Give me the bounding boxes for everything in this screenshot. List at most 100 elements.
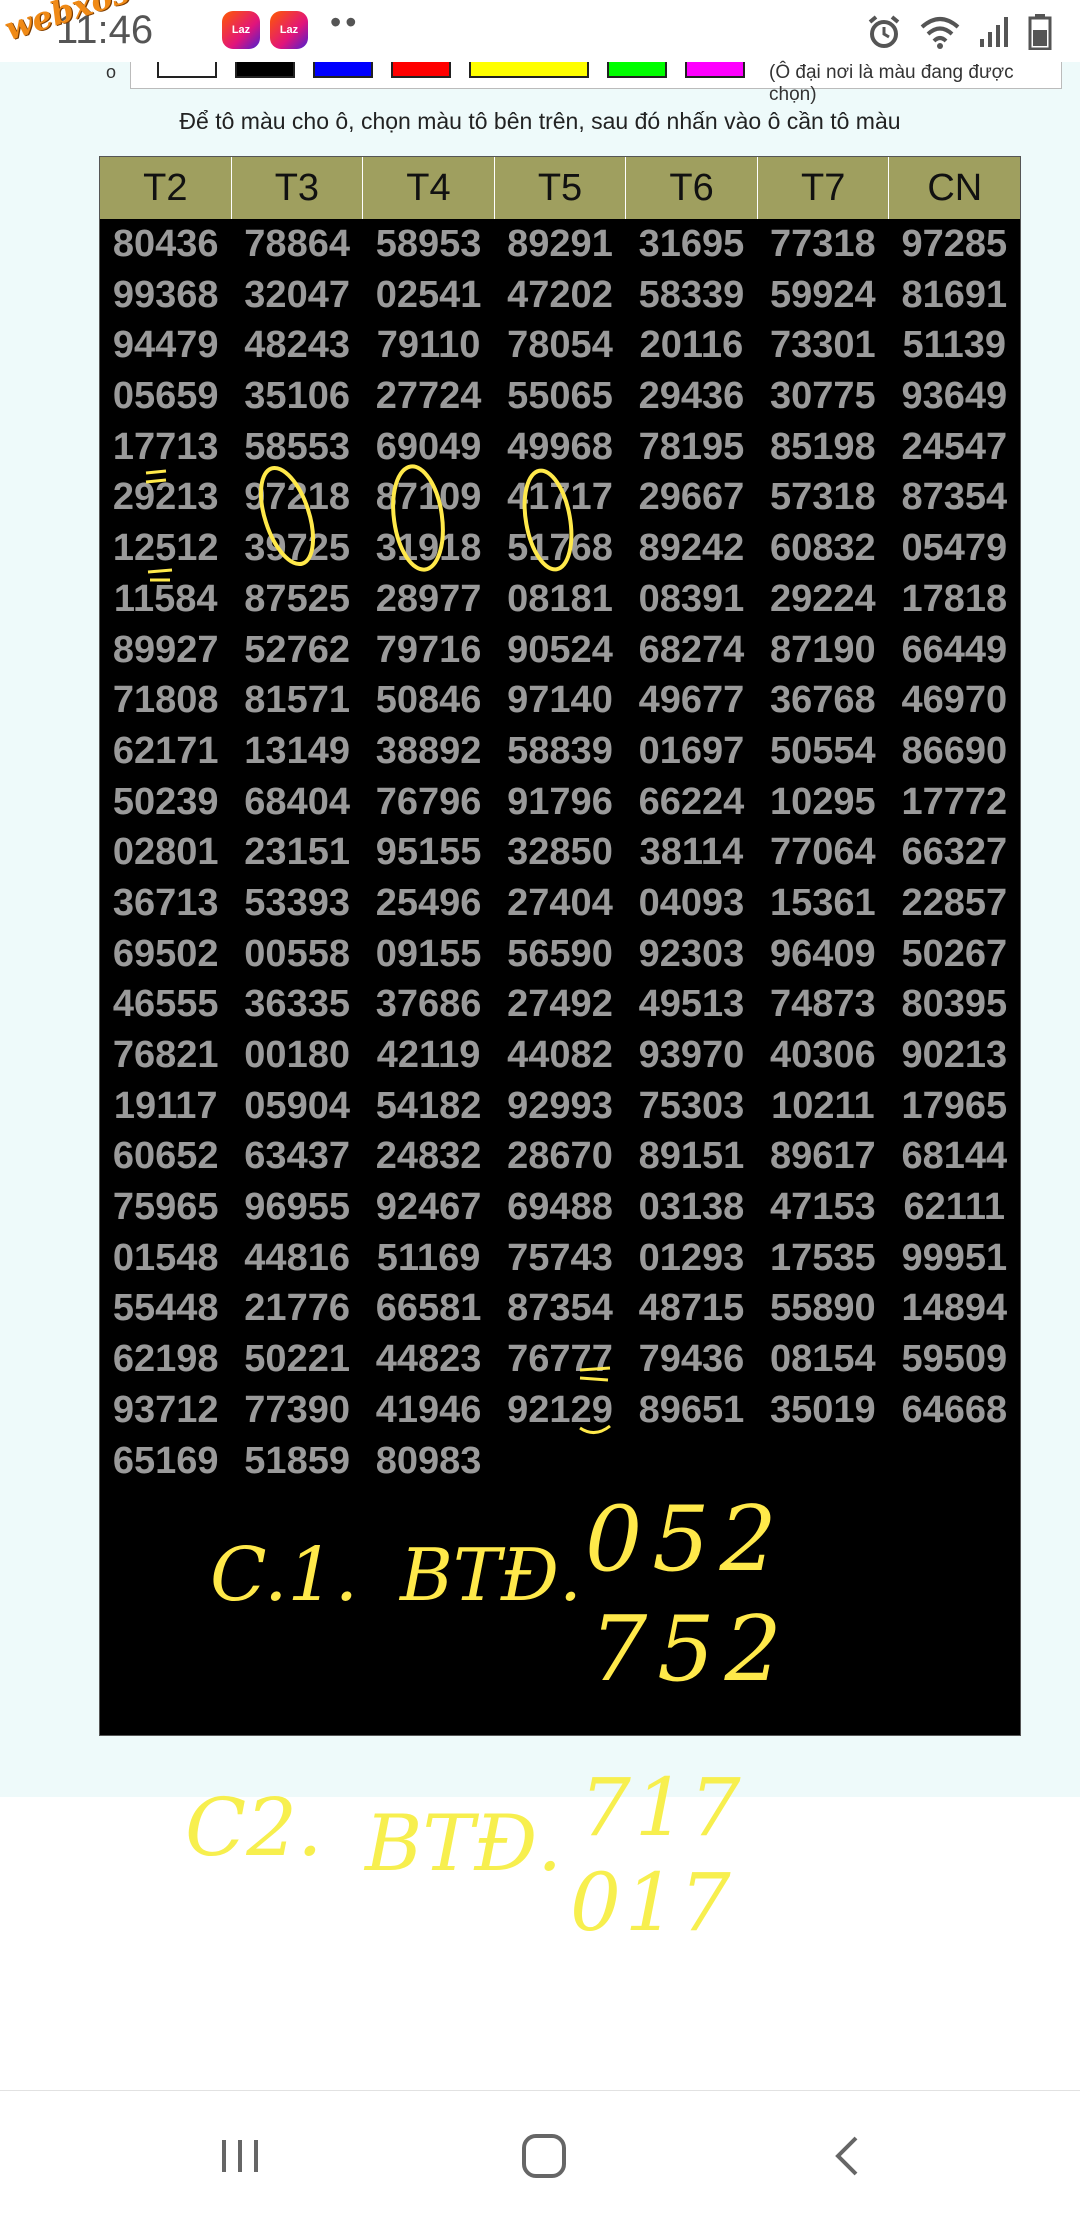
color-swatch-green[interactable] xyxy=(607,62,667,78)
table-cell[interactable]: 29667 xyxy=(626,472,757,523)
table-cell[interactable]: 80436 xyxy=(100,219,231,270)
table-cell[interactable]: 60652 xyxy=(100,1131,231,1182)
table-cell[interactable]: 44082 xyxy=(494,1030,625,1081)
table-cell[interactable]: 75743 xyxy=(494,1233,625,1284)
color-swatch-black[interactable] xyxy=(235,62,295,78)
table-cell[interactable]: 93649 xyxy=(889,371,1020,422)
table-cell[interactable]: 50267 xyxy=(889,929,1020,980)
table-cell[interactable]: 09155 xyxy=(363,929,494,980)
table-cell[interactable]: 22857 xyxy=(889,878,1020,929)
table-cell[interactable]: 20116 xyxy=(626,320,757,371)
table-cell[interactable]: 01293 xyxy=(626,1233,757,1284)
table-cell[interactable]: 05904 xyxy=(231,1081,362,1132)
table-cell[interactable]: 87109 xyxy=(363,472,494,523)
table-cell[interactable]: 58839 xyxy=(494,726,625,777)
table-cell[interactable]: 58553 xyxy=(231,422,362,473)
table-cell[interactable]: 94479 xyxy=(100,320,231,371)
table-cell[interactable]: 17818 xyxy=(889,574,1020,625)
table-cell[interactable]: 66449 xyxy=(889,625,1020,676)
table-cell[interactable]: 97285 xyxy=(889,219,1020,270)
table-cell[interactable]: 21776 xyxy=(231,1283,362,1334)
table-cell[interactable]: 56590 xyxy=(494,929,625,980)
table-cell[interactable]: 29224 xyxy=(757,574,888,625)
table-cell[interactable]: 50221 xyxy=(231,1334,362,1385)
table-cell[interactable]: 87354 xyxy=(889,472,1020,523)
table-cell[interactable]: 01548 xyxy=(100,1233,231,1284)
table-cell[interactable]: 36335 xyxy=(231,979,362,1030)
table-cell[interactable]: 58339 xyxy=(626,270,757,321)
table-cell[interactable]: 28670 xyxy=(494,1131,625,1182)
table-cell[interactable]: 62111 xyxy=(889,1182,1020,1233)
table-cell[interactable]: 44816 xyxy=(231,1233,362,1284)
table-cell[interactable]: 74873 xyxy=(757,979,888,1030)
table-cell[interactable]: 76777 xyxy=(494,1334,625,1385)
recent-apps-button[interactable] xyxy=(160,2091,320,2221)
table-cell[interactable]: 68144 xyxy=(889,1131,1020,1182)
back-button[interactable] xyxy=(768,2091,928,2221)
table-cell[interactable]: 91796 xyxy=(494,777,625,828)
table-cell[interactable]: 47153 xyxy=(757,1182,888,1233)
table-cell[interactable]: 27492 xyxy=(494,979,625,1030)
table-cell[interactable]: 52762 xyxy=(231,625,362,676)
table-cell[interactable]: 51859 xyxy=(231,1436,362,1487)
table-cell[interactable]: 51169 xyxy=(363,1233,494,1284)
table-cell[interactable]: 11584 xyxy=(100,574,231,625)
table-cell[interactable]: 80395 xyxy=(889,979,1020,1030)
table-cell[interactable]: 92129 xyxy=(494,1385,625,1436)
table-cell[interactable]: 86690 xyxy=(889,726,1020,777)
table-cell[interactable]: 00180 xyxy=(231,1030,362,1081)
table-cell[interactable]: 87354 xyxy=(494,1283,625,1334)
table-cell[interactable]: 48715 xyxy=(626,1283,757,1334)
table-cell[interactable]: 69502 xyxy=(100,929,231,980)
table-cell[interactable]: 55890 xyxy=(757,1283,888,1334)
table-cell[interactable]: 49513 xyxy=(626,979,757,1030)
table-cell[interactable]: 60832 xyxy=(757,523,888,574)
table-cell[interactable]: 89242 xyxy=(626,523,757,574)
table-cell[interactable]: 78195 xyxy=(626,422,757,473)
table-cell[interactable] xyxy=(494,1436,625,1487)
table-cell[interactable]: 62171 xyxy=(100,726,231,777)
table-cell[interactable]: 76821 xyxy=(100,1030,231,1081)
table-cell[interactable]: 73301 xyxy=(757,320,888,371)
table-cell[interactable]: 97140 xyxy=(494,675,625,726)
table-cell[interactable]: 87525 xyxy=(231,574,362,625)
table-cell[interactable]: 35019 xyxy=(757,1385,888,1436)
table-cell[interactable]: 46555 xyxy=(100,979,231,1030)
table-cell[interactable]: 79110 xyxy=(363,320,494,371)
table-cell[interactable]: 68274 xyxy=(626,625,757,676)
table-cell[interactable]: 31918 xyxy=(363,523,494,574)
table-cell[interactable]: 55448 xyxy=(100,1283,231,1334)
table-cell[interactable]: 49968 xyxy=(494,422,625,473)
table-cell[interactable]: 77390 xyxy=(231,1385,362,1436)
table-cell[interactable]: 78864 xyxy=(231,219,362,270)
table-cell[interactable]: 81691 xyxy=(889,270,1020,321)
table-cell[interactable]: 75965 xyxy=(100,1182,231,1233)
table-cell[interactable]: 29436 xyxy=(626,371,757,422)
table-cell[interactable]: 97218 xyxy=(231,472,362,523)
table-cell[interactable]: 92467 xyxy=(363,1182,494,1233)
table-cell[interactable]: 69488 xyxy=(494,1182,625,1233)
table-cell[interactable]: 01697 xyxy=(626,726,757,777)
table-cell[interactable]: 96955 xyxy=(231,1182,362,1233)
table-cell[interactable]: 75303 xyxy=(626,1081,757,1132)
table-cell[interactable]: 02541 xyxy=(363,270,494,321)
table-cell[interactable]: 77318 xyxy=(757,219,888,270)
table-cell[interactable]: 17772 xyxy=(889,777,1020,828)
table-cell[interactable]: 17965 xyxy=(889,1081,1020,1132)
table-cell[interactable]: 40306 xyxy=(757,1030,888,1081)
table-cell[interactable]: 08181 xyxy=(494,574,625,625)
table-cell[interactable]: 54182 xyxy=(363,1081,494,1132)
table-cell[interactable]: 24547 xyxy=(889,422,1020,473)
table-cell[interactable]: 89617 xyxy=(757,1131,888,1182)
table-cell[interactable]: 48243 xyxy=(231,320,362,371)
table-cell[interactable]: 59924 xyxy=(757,270,888,321)
table-cell[interactable]: 44823 xyxy=(363,1334,494,1385)
table-cell[interactable]: 57318 xyxy=(757,472,888,523)
table-cell[interactable]: 38892 xyxy=(363,726,494,777)
table-cell[interactable]: 99951 xyxy=(889,1233,1020,1284)
table-cell[interactable]: 51139 xyxy=(889,320,1020,371)
table-cell[interactable]: 71808 xyxy=(100,675,231,726)
table-cell[interactable]: 30775 xyxy=(757,371,888,422)
table-cell[interactable]: 35106 xyxy=(231,371,362,422)
table-cell[interactable]: 78054 xyxy=(494,320,625,371)
